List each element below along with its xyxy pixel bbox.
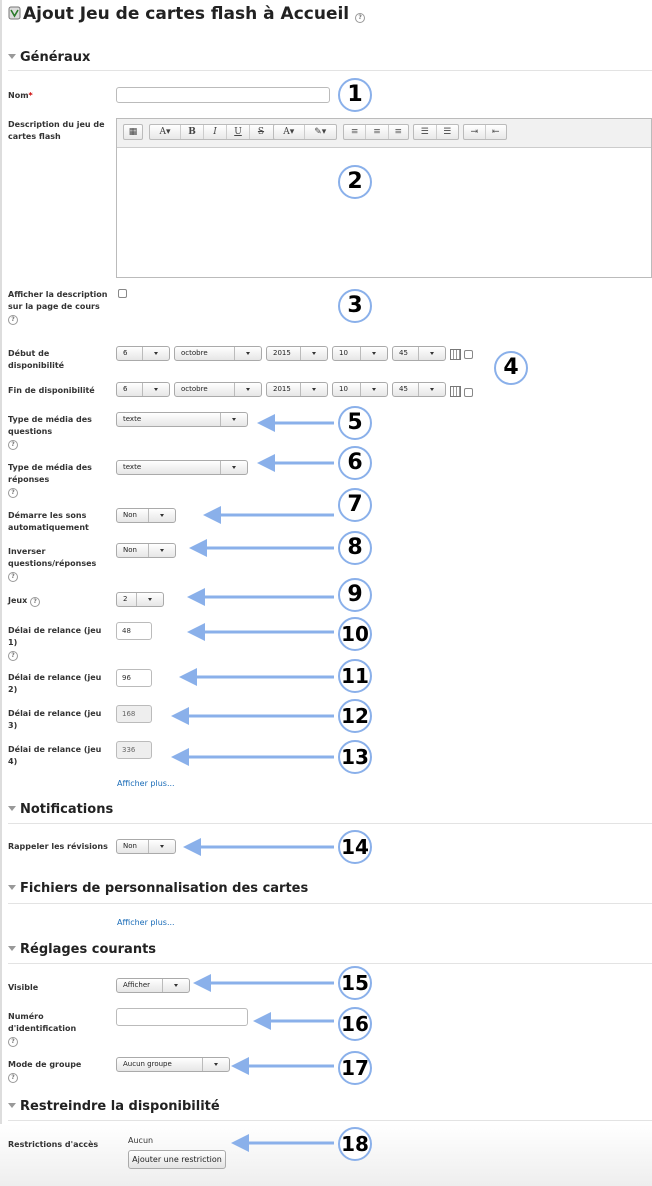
callout-11: 11 xyxy=(338,659,372,693)
callout-3: 3 xyxy=(338,289,372,323)
callout-10: 10 xyxy=(338,617,372,651)
annotation-arrows xyxy=(171,414,334,1152)
callout-1: 1 xyxy=(338,78,372,112)
callout-2: 2 xyxy=(338,165,372,199)
callout-5: 5 xyxy=(338,406,372,440)
callout-18: 18 xyxy=(338,1127,372,1161)
callout-6: 6 xyxy=(338,446,372,480)
callout-13: 13 xyxy=(338,740,372,774)
callout-15: 15 xyxy=(338,966,372,1000)
callout-12: 12 xyxy=(338,699,372,733)
callout-17: 17 xyxy=(338,1051,372,1085)
callout-14: 14 xyxy=(338,830,372,864)
callout-16: 16 xyxy=(338,1007,372,1041)
callout-7: 7 xyxy=(338,488,372,522)
callout-8: 8 xyxy=(338,531,372,565)
callout-4: 4 xyxy=(494,351,528,385)
callout-9: 9 xyxy=(338,578,372,612)
